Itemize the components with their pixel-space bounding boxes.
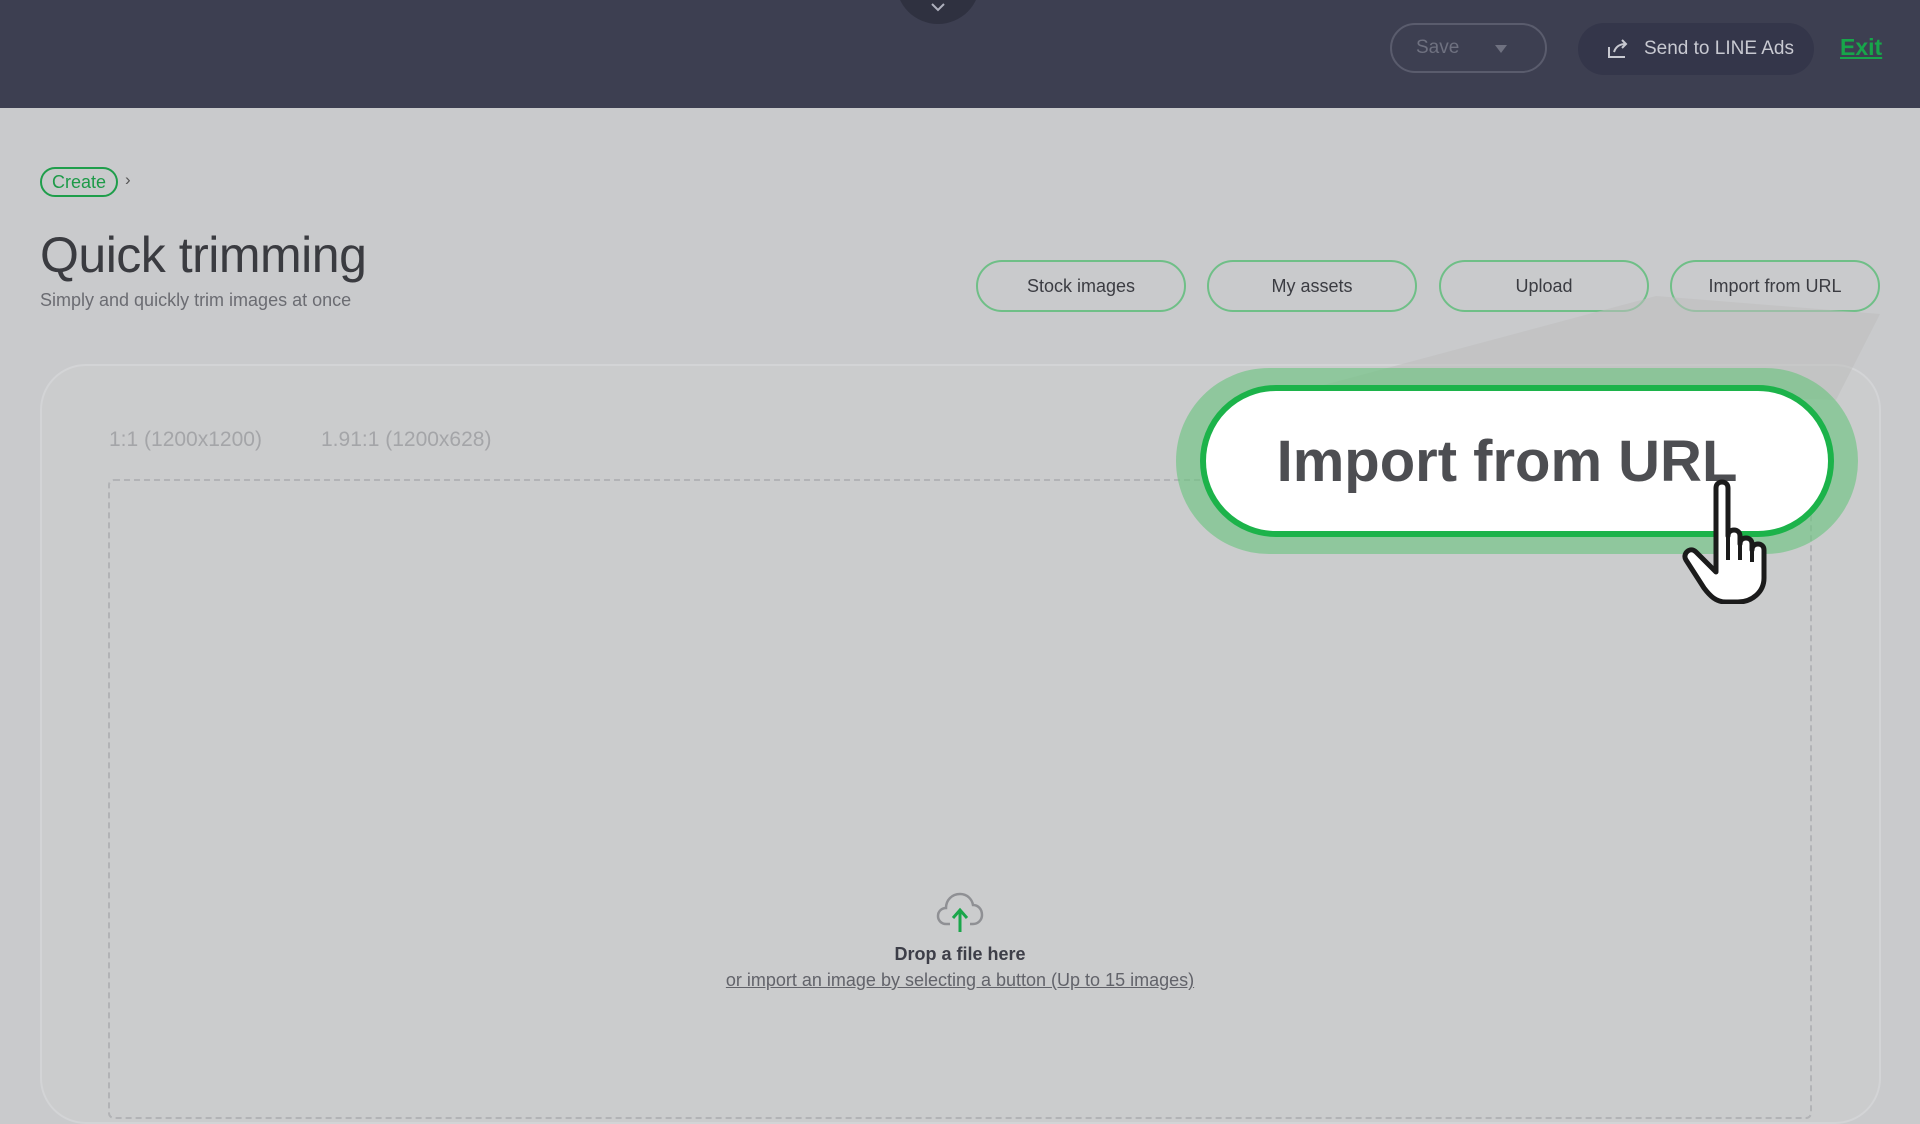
hand-pointer-icon [1682,479,1767,604]
